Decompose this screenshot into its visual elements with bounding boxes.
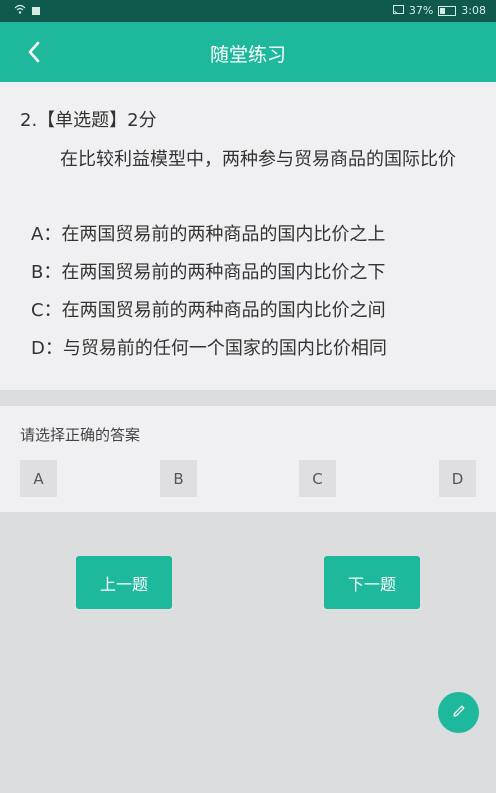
option-text: 在两国贸易前的两种商品的国内比价之间 xyxy=(61,300,386,321)
option-text: 在两国贸易前的两种商品的国内比价之上 xyxy=(61,224,386,245)
battery-percent: 37% xyxy=(408,4,434,17)
next-question-button[interactable]: 下一题 xyxy=(324,556,420,609)
answer-button-d[interactable]: D xyxy=(439,460,476,497)
answer-button-b[interactable]: B xyxy=(160,460,197,497)
option-text: 在两国贸易前的两种商品的国内比价之下 xyxy=(61,262,386,283)
pencil-icon xyxy=(451,703,467,723)
option-c: C： 在两国贸易前的两种商品的国内比价之间 xyxy=(31,296,386,322)
top-app-bar: 随堂练习 xyxy=(0,22,496,82)
status-right: 37% 3:08 xyxy=(392,4,486,17)
option-letter: D： xyxy=(31,338,63,359)
clock: 3:08 xyxy=(461,4,486,17)
option-a: A： 在两国贸易前的两种商品的国内比价之上 xyxy=(31,220,385,246)
option-b: B： 在两国贸易前的两种商品的国内比价之下 xyxy=(31,258,385,284)
option-letter: C： xyxy=(31,300,62,321)
battery-icon xyxy=(438,5,457,16)
page-title: 随堂练习 xyxy=(209,44,286,66)
question-card: 2.【单选题】2分 在比较利益模型中，两种参与贸易商品的国际比价 A： 在两国贸… xyxy=(0,82,496,390)
answer-button-c[interactable]: C xyxy=(299,460,336,497)
option-letter: B： xyxy=(31,262,62,283)
answer-panel: 请选择正确的答案 A B C D xyxy=(0,406,496,512)
status-bar: 37% 3:08 xyxy=(0,0,496,22)
wifi-icon xyxy=(14,4,26,17)
option-text: 与贸易前的任何一个国家的国内比价相同 xyxy=(62,338,387,359)
status-left xyxy=(14,4,40,17)
question-stem: 在比较利益模型中，两种参与贸易商品的国际比价 xyxy=(60,149,456,170)
cast-icon xyxy=(392,4,404,17)
prev-question-button[interactable]: 上一题 xyxy=(76,556,172,609)
answer-prompt: 请选择正确的答案 xyxy=(20,426,141,444)
edit-fab[interactable] xyxy=(438,692,479,733)
answer-button-a[interactable]: A xyxy=(20,460,57,497)
question-heading: 2.【单选题】2分 xyxy=(20,110,157,131)
sim-icon xyxy=(32,6,40,15)
option-letter: A： xyxy=(31,224,62,245)
option-d: D： 与贸易前的任何一个国家的国内比价相同 xyxy=(31,334,387,360)
